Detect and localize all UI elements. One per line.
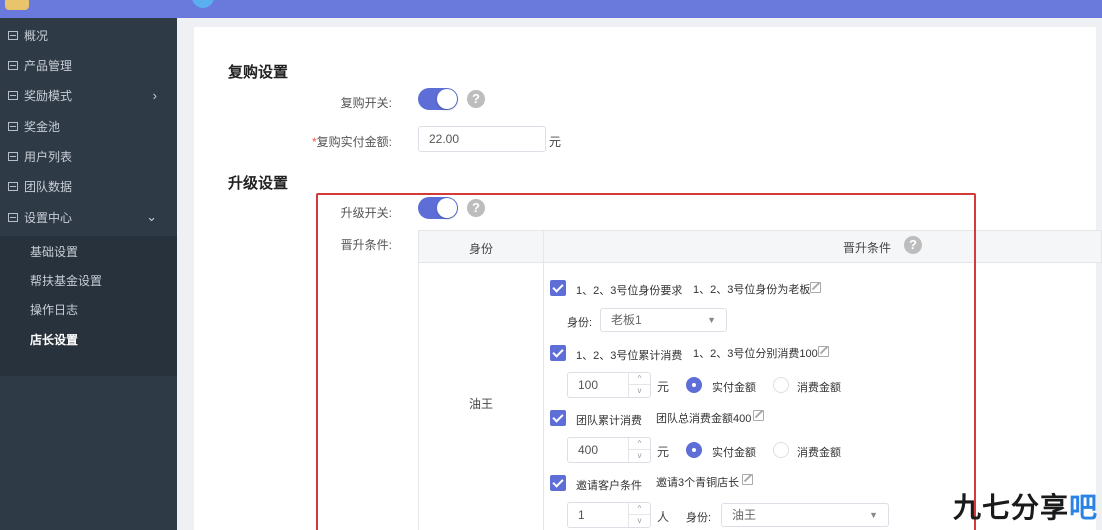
chevron-down-icon: ⌄ (146, 209, 157, 224)
sidebar-subitem-manager-settings[interactable]: 店长设置 (0, 324, 177, 354)
menu-icon (8, 151, 18, 161)
sidebar-subitem-label: 基础设置 (30, 244, 79, 259)
menu-icon (8, 181, 18, 191)
sidebar-item-label: 用户列表 (24, 149, 73, 164)
repurchase-section-title: 复购设置 (228, 64, 289, 81)
sidebar-item-team-data[interactable]: 团队数据 (0, 171, 177, 201)
menu-icon (8, 60, 18, 70)
sidebar-item-reward-mode[interactable]: 奖励模式 › (0, 80, 177, 110)
repurchase-amount-input[interactable]: 22.00 (418, 126, 546, 152)
watermark: 九七分享吧 (952, 492, 1098, 523)
sidebar-item-label: 产品管理 (24, 58, 73, 73)
repurchase-amount-unit: 元 (549, 135, 562, 149)
menu-icon (8, 90, 18, 100)
sidebar-subitem-label: 店长设置 (30, 332, 79, 347)
sidebar-subitem-fund-settings[interactable]: 帮扶基金设置 (0, 265, 177, 295)
chevron-right-icon: › (152, 87, 157, 103)
sidebar-item-label: 概况 (24, 28, 49, 43)
repurchase-switch-label: 复购开关: (340, 96, 392, 110)
sidebar-subitem-label: 操作日志 (30, 302, 79, 317)
repurchase-amount-label: *复购实付金额: (311, 135, 392, 149)
sidebar-item-settings[interactable]: 设置中心 ⌄ (0, 202, 177, 232)
menu-icon (8, 30, 18, 40)
menu-icon (8, 212, 18, 222)
menu-icon (8, 121, 18, 131)
sidebar-subitem-label: 帮扶基金设置 (30, 273, 103, 288)
help-icon[interactable]: ? (467, 90, 485, 108)
sidebar-item-label: 奖励模式 (24, 88, 73, 103)
sidebar-item-products[interactable]: 产品管理 (0, 50, 177, 80)
sidebar-item-bonus-pool[interactable]: 奖金池 (0, 111, 177, 141)
sidebar-subitem-operation-log[interactable]: 操作日志 (0, 294, 177, 324)
upgrade-section-title: 升级设置 (228, 175, 289, 192)
top-bar (0, 0, 1102, 18)
sidebar: 概况 产品管理 奖励模式 › 奖金池 用户列表 团队数据 设置中心 ⌄ 基础设置… (0, 18, 177, 530)
avatar[interactable] (192, 0, 214, 8)
sidebar-subitem-basic-settings[interactable]: 基础设置 (0, 236, 177, 266)
sidebar-item-label: 奖金池 (24, 119, 61, 134)
sidebar-item-overview[interactable]: 概况 (0, 20, 177, 50)
highlight-box (316, 193, 976, 530)
sidebar-item-label: 团队数据 (24, 179, 73, 194)
logo-icon (5, 0, 29, 10)
repurchase-switch[interactable] (418, 88, 458, 110)
sidebar-item-label: 设置中心 (24, 210, 73, 225)
sidebar-item-users[interactable]: 用户列表 (0, 141, 177, 171)
